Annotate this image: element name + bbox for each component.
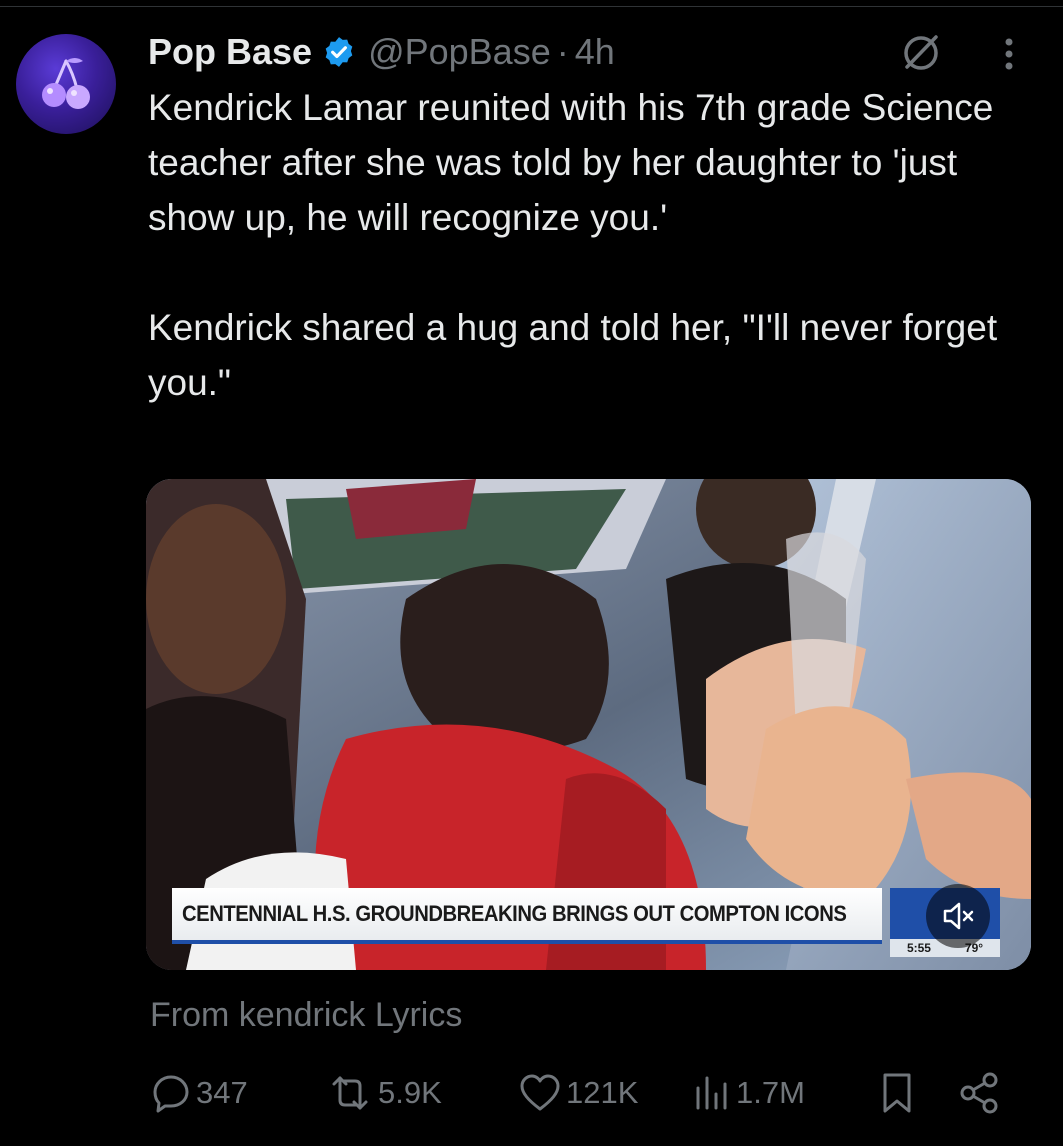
repost-count: 5.9K bbox=[378, 1075, 442, 1110]
separator-dot: · bbox=[556, 31, 569, 72]
divider bbox=[0, 6, 1063, 7]
heart-icon bbox=[520, 1074, 560, 1111]
like-count: 121K bbox=[566, 1075, 639, 1110]
video-player[interactable]: CENTENNIAL H.S. GROUNDBREAKING BRINGS OU… bbox=[146, 479, 1031, 970]
repost-button[interactable]: 5.9K bbox=[326, 1068, 442, 1118]
bookmark-icon bbox=[883, 1073, 911, 1113]
tweet-text-paragraph: Kendrick shared a hug and told her, "I'l… bbox=[148, 307, 998, 403]
more-options-icon[interactable] bbox=[994, 34, 1024, 74]
avatar[interactable] bbox=[16, 34, 116, 134]
views-chart-icon bbox=[696, 1076, 727, 1110]
cherry-logo-icon bbox=[42, 58, 90, 109]
views-count: 1.7M bbox=[736, 1075, 805, 1110]
views-button[interactable]: 1.7M bbox=[692, 1068, 805, 1118]
verified-badge-icon bbox=[325, 37, 353, 67]
bookmark-button[interactable] bbox=[878, 1068, 916, 1118]
mute-button[interactable] bbox=[926, 884, 990, 948]
reply-count: 347 bbox=[196, 1075, 248, 1110]
tweet-text-paragraph: Kendrick Lamar reunited with his 7th gra… bbox=[148, 87, 994, 238]
reply-button[interactable]: 347 bbox=[150, 1068, 248, 1118]
timestamp[interactable]: 4h bbox=[575, 31, 615, 73]
share-button[interactable] bbox=[958, 1068, 1002, 1118]
mute-icon bbox=[943, 902, 974, 930]
display-name[interactable]: Pop Base bbox=[148, 31, 312, 73]
handle[interactable]: @PopBase bbox=[368, 31, 551, 73]
tweet-text: Kendrick Lamar reunited with his 7th gra… bbox=[148, 80, 1028, 410]
tweet[interactable]: Pop Base @PopBase · 4h Kendrick Lamar re… bbox=[0, 0, 1063, 1146]
tweet-header: Pop Base @PopBase · 4h bbox=[148, 28, 615, 76]
repost-icon bbox=[332, 1076, 368, 1110]
chyron-text: CENTENNIAL H.S. GROUNDBREAKING BRINGS OU… bbox=[182, 901, 847, 926]
like-button[interactable]: 121K bbox=[518, 1068, 638, 1118]
media-source-attribution[interactable]: From kendrick Lyrics bbox=[150, 996, 462, 1035]
grok-icon[interactable] bbox=[898, 30, 944, 76]
clock-time: 5:55 bbox=[906, 941, 931, 955]
action-bar: 347 5.9K 121K 1.7M bbox=[150, 1068, 1010, 1118]
news-chyron: CENTENNIAL H.S. GROUNDBREAKING BRINGS OU… bbox=[172, 888, 882, 944]
share-icon bbox=[960, 1072, 998, 1114]
reply-icon bbox=[153, 1075, 189, 1113]
